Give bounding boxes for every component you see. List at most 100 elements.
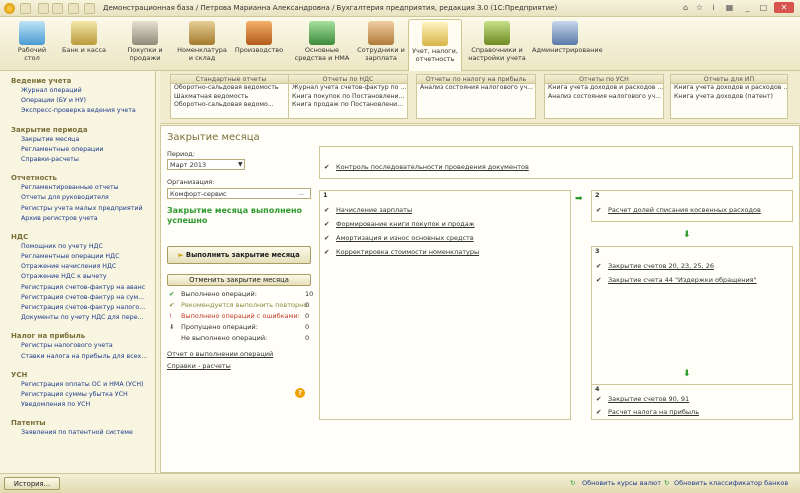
report-link[interactable]: Шахматная ведомость — [171, 93, 291, 102]
report-link[interactable]: Книга учета доходов и расходов ... — [671, 84, 787, 93]
ellipsis-icon[interactable]: … — [298, 190, 304, 197]
nav-item[interactable]: Регламентные операции — [21, 146, 153, 153]
check-icon: ✔ — [169, 290, 175, 298]
nav-item[interactable]: Операции (БУ и НУ) — [21, 97, 153, 104]
cancel-closing-button[interactable]: Отменить закрытие месяца — [167, 274, 311, 286]
refresh-icon: ↻ — [664, 479, 670, 487]
organization-field[interactable]: Комфорт-сервис … — [167, 188, 311, 199]
nav-item[interactable]: Журнал операций — [21, 87, 153, 94]
history-icon[interactable] — [68, 3, 79, 14]
tool-accounting[interactable]: Учет, налоги, отчетность — [408, 19, 462, 71]
report-group: Отчеты для ИП Книга учета доходов и расх… — [670, 74, 788, 119]
step-link[interactable]: Расчет долей списания косвенных расходов — [608, 206, 761, 214]
nav-item[interactable]: Документы по учету НДС для пере... — [21, 314, 153, 321]
page-title: Закрытие месяца — [167, 132, 260, 143]
star-icon[interactable]: ☆ — [694, 2, 705, 13]
step-link[interactable]: Формирование книги покупок и продаж — [336, 220, 475, 228]
nav-item[interactable]: Регламентированные отчеты — [21, 184, 153, 191]
nav-item[interactable]: Регистры учета малых предприятий — [21, 205, 153, 212]
check-icon: ✔ — [324, 248, 330, 256]
report-link[interactable]: Книга учета доходов (патент) — [671, 93, 787, 102]
step-link[interactable]: Закрытие счетов 90, 91 — [608, 395, 689, 403]
step-link[interactable]: Закрытие счетов 20, 23, 25, 26 — [608, 262, 714, 270]
nav-item[interactable]: Регламентные операции НДС — [21, 253, 153, 260]
nav-item[interactable]: Отчеты для руководителя — [21, 194, 153, 201]
report-link[interactable]: Анализ состояния налогового уч... — [545, 93, 663, 102]
nav-item[interactable]: Регистры налогового учета — [21, 342, 153, 349]
report-link[interactable]: Книга продаж по Постановлени... — [289, 101, 407, 110]
update-rates-link[interactable]: Обновить курсы валют — [582, 479, 661, 487]
step-link[interactable]: Закрытие счета 44 "Издержки обращения" — [608, 276, 757, 284]
chevron-down-icon[interactable]: ▼ — [238, 161, 243, 168]
tool-settings[interactable]: Справочники и настройки учета — [466, 19, 528, 69]
report-group: Отчеты по НДС Журнал учета счетов-фактур… — [288, 74, 408, 119]
step-link[interactable]: Амортизация и износ основных средств — [336, 234, 474, 242]
stat-value: 10 — [305, 290, 314, 298]
nav-item[interactable]: Справки-расчеты — [21, 156, 153, 163]
back-icon[interactable] — [38, 3, 49, 14]
step-link[interactable]: Начисление зарплаты — [336, 206, 412, 214]
info-icon[interactable]: i — [708, 2, 719, 13]
home-icon[interactable]: ⌂ — [680, 2, 691, 13]
nav-item[interactable]: Регистрация счетов-фактур на аванс — [21, 284, 153, 291]
nav-item[interactable]: Регистрация счетов-фактур налого... — [21, 304, 153, 311]
report-link[interactable]: Журнал учета счетов-фактур по ... — [289, 84, 407, 93]
tool-production[interactable]: Производство — [234, 19, 284, 69]
ledger-icon — [422, 22, 448, 46]
nav-item[interactable]: Регистрация оплаты ОС и НМА (УСН) — [21, 381, 153, 388]
check-icon: ✔ — [596, 262, 602, 270]
minimize-icon[interactable]: _ — [742, 2, 753, 13]
stat-label: Рекомендуется выполнить повторно: — [181, 301, 310, 309]
step-link[interactable]: Корректировка стоимости номенклатуры — [336, 248, 479, 256]
app-logo-icon[interactable] — [4, 3, 15, 14]
check-icon: ✔ — [169, 301, 175, 309]
calc-icon[interactable]: ▦ — [724, 2, 735, 13]
control-box: ✔ Контроль последовательности проведения… — [319, 146, 793, 179]
nav-item[interactable]: Ставки налога на прибыль для всех... — [21, 353, 153, 360]
close-icon[interactable]: ✕ — [774, 2, 794, 13]
stat-value: 0 — [305, 301, 310, 309]
tool-bank[interactable]: Банк и касса — [62, 19, 106, 69]
nav-item[interactable]: Отражение НДС к вычету — [21, 273, 153, 280]
nav-item[interactable]: Помощник по учету НДС — [21, 243, 153, 250]
skip-icon: ⬇ — [169, 323, 175, 331]
menu-icon[interactable] — [20, 3, 31, 14]
report-link[interactable]: Книга покупок по Постановлени... — [289, 93, 407, 102]
nav-item[interactable]: Уведомления по УСН — [21, 401, 153, 408]
calc-statements-link[interactable]: Справки - расчеты — [167, 362, 231, 370]
step-link[interactable]: Расчет налога на прибыль — [608, 408, 699, 416]
nav-item[interactable]: Регистрация суммы убытка УСН — [21, 391, 153, 398]
step-1-box: 1 ✔ Начисление зарплаты ✔ Формирование к… — [319, 190, 571, 420]
period-field[interactable]: Март 2013 ▼ — [167, 159, 245, 170]
report-link[interactable]: Анализ состояния налогового уч... — [417, 84, 535, 93]
nav-item[interactable]: Регистрация счетов-фактур на сум... — [21, 294, 153, 301]
update-banks-link[interactable]: Обновить классификатор банков — [674, 479, 788, 487]
nav-item[interactable]: Отражение начисления НДС — [21, 263, 153, 270]
nav-item[interactable]: Экспресс-проверка ведения учета — [21, 107, 153, 114]
tool-warehouse[interactable]: Номенклатура и склад — [176, 19, 228, 69]
forward-icon[interactable] — [52, 3, 63, 14]
tool-staff[interactable]: Сотрудники и зарплата — [356, 19, 406, 69]
nav-item[interactable]: Архив регистров учета — [21, 215, 153, 222]
maximize-icon[interactable]: □ — [758, 2, 769, 13]
nav-item[interactable]: Заявления по патентной системе — [21, 429, 153, 436]
nav-item[interactable]: Закрытие месяца — [21, 136, 153, 143]
run-closing-button[interactable]: ► Выполнить закрытие месяца — [167, 246, 311, 264]
report-group-header: Отчеты по УСН — [545, 75, 663, 84]
report-link[interactable]: Оборотно-сальдовая ведомость — [171, 84, 291, 93]
check-icon: ✔ — [324, 163, 330, 171]
tool-desktop[interactable]: Рабочий стол — [10, 19, 54, 69]
step-2-box: 2 ✔ Расчет долей списания косвенных расх… — [591, 190, 793, 222]
report-link[interactable]: Оборотно-сальдовая ведомо... — [171, 101, 291, 110]
operations-report-link[interactable]: Отчет о выполнении операций — [167, 350, 273, 358]
tool-purchases[interactable]: Покупки и продажи — [120, 19, 170, 69]
tool-assets[interactable]: Основные средства и НМА — [294, 19, 350, 69]
report-link[interactable]: Книга учета доходов и расходов ... — [545, 84, 663, 93]
check-icon: ✔ — [596, 408, 602, 416]
sequence-control-link[interactable]: Контроль последовательности проведения д… — [336, 163, 529, 171]
tool-admin[interactable]: Администрирование — [532, 19, 603, 69]
nav-header: НДС — [11, 232, 29, 241]
help-icon[interactable]: ? — [295, 388, 305, 398]
history-button[interactable]: История... — [4, 477, 60, 490]
favorites-icon[interactable] — [84, 3, 95, 14]
